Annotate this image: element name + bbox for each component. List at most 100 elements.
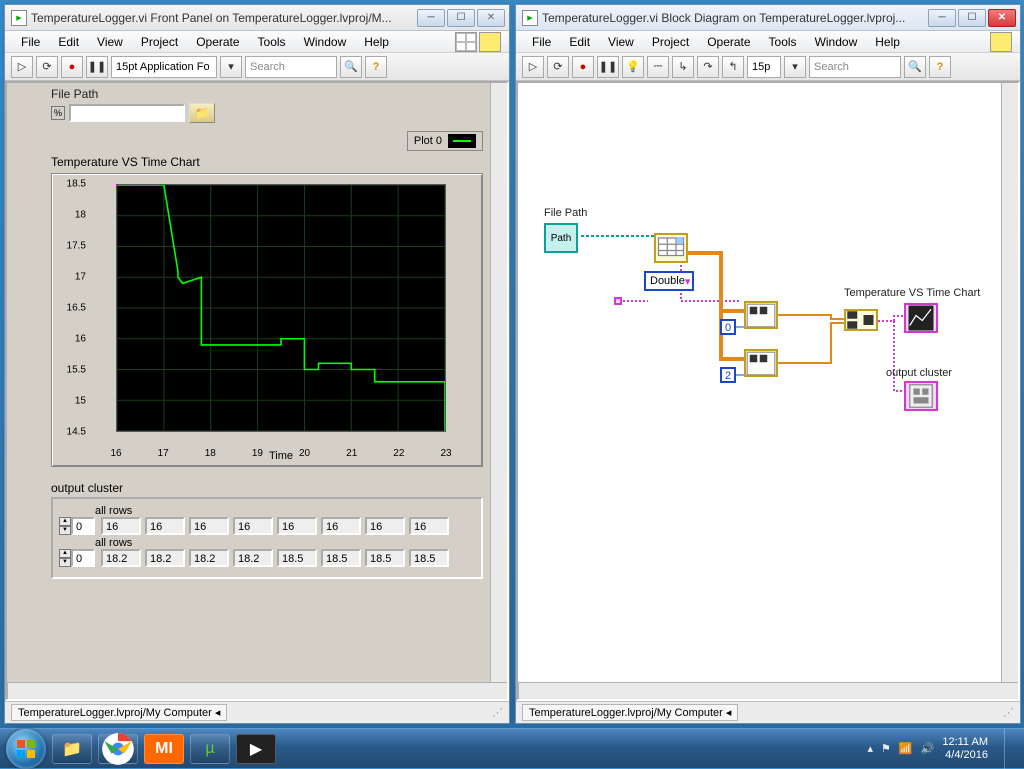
- vi-icon[interactable]: [990, 32, 1012, 52]
- taskbar-chrome-icon[interactable]: [98, 734, 138, 764]
- menu-help[interactable]: Help: [867, 33, 908, 51]
- chart-canvas[interactable]: [116, 184, 446, 432]
- taskbar-labview-icon[interactable]: ▶: [236, 734, 276, 764]
- index-array-node-2[interactable]: [744, 349, 778, 377]
- pause-button[interactable]: ❚❚: [597, 56, 619, 78]
- chart-legend[interactable]: Plot 0: [407, 131, 483, 151]
- start-button[interactable]: [6, 729, 46, 769]
- menu-project[interactable]: Project: [133, 33, 186, 51]
- row1-spinner[interactable]: ▲▼: [59, 517, 71, 535]
- minimize-button[interactable]: ─: [928, 9, 956, 27]
- array-cell[interactable]: 18.2: [189, 549, 229, 567]
- taskbar-utorrent-icon[interactable]: µ: [190, 734, 230, 764]
- menu-window[interactable]: Window: [807, 33, 866, 51]
- type-ring-selector[interactable]: Double: [644, 271, 694, 291]
- tray-action-center-icon[interactable]: ⚑: [881, 742, 891, 755]
- horizontal-scrollbar[interactable]: [7, 682, 507, 699]
- menu-file[interactable]: File: [13, 33, 48, 51]
- array-cell[interactable]: 16: [189, 517, 229, 535]
- font-selector[interactable]: 15p: [747, 56, 781, 78]
- row1-index[interactable]: 0: [71, 517, 95, 535]
- array-cell[interactable]: 18.2: [233, 549, 273, 567]
- maximize-button[interactable]: ☐: [958, 9, 986, 27]
- titlebar[interactable]: TemperatureLogger.vi Front Panel on Temp…: [5, 5, 509, 31]
- menu-tools[interactable]: Tools: [761, 33, 805, 51]
- resize-grip-icon[interactable]: ⋰: [1003, 706, 1014, 719]
- array-cell[interactable]: 16: [409, 517, 449, 535]
- font-selector[interactable]: 15pt Application Fo: [111, 56, 217, 78]
- retain-wire-button[interactable]: ⎓: [647, 56, 669, 78]
- menu-operate[interactable]: Operate: [699, 33, 758, 51]
- block-diagram-body[interactable]: File Path Path Double 0 2 Temperature VS…: [516, 81, 1020, 701]
- minimize-button[interactable]: ─: [417, 9, 445, 27]
- array-cell[interactable]: 18.2: [145, 549, 185, 567]
- output-cluster-indicator-node[interactable]: [904, 381, 938, 411]
- browse-button[interactable]: 📁: [189, 103, 215, 123]
- show-desktop-button[interactable]: [1004, 729, 1014, 769]
- search-button[interactable]: 🔍: [904, 56, 926, 78]
- abort-button[interactable]: ●: [572, 56, 594, 78]
- menu-view[interactable]: View: [89, 33, 131, 51]
- run-continuous-button[interactable]: ⟳: [547, 56, 569, 78]
- tray-clock[interactable]: 12:11 AM 4/4/2016: [942, 736, 988, 762]
- horizontal-scrollbar[interactable]: [518, 682, 1018, 699]
- resize-grip-icon[interactable]: ⋰: [492, 706, 503, 719]
- help-button[interactable]: ?: [929, 56, 951, 78]
- close-button[interactable]: ✕: [477, 9, 505, 27]
- const-0[interactable]: 0: [720, 319, 736, 335]
- pause-button[interactable]: ❚❚: [86, 56, 108, 78]
- array-cell[interactable]: 16: [321, 517, 361, 535]
- connector-pane-icon[interactable]: [455, 32, 477, 52]
- vi-icon[interactable]: [479, 32, 501, 52]
- maximize-button[interactable]: ☐: [447, 9, 475, 27]
- menu-operate[interactable]: Operate: [188, 33, 247, 51]
- array-cell[interactable]: 18.5: [277, 549, 317, 567]
- menu-view[interactable]: View: [600, 33, 642, 51]
- array-cell[interactable]: 16: [145, 517, 185, 535]
- taskbar-mi-icon[interactable]: MI: [144, 734, 184, 764]
- search-button[interactable]: 🔍: [340, 56, 362, 78]
- project-tab[interactable]: TemperatureLogger.lvproj/My Computer ◂: [522, 704, 738, 721]
- run-continuous-button[interactable]: ⟳: [36, 56, 58, 78]
- taskbar-explorer-icon[interactable]: 📁: [52, 734, 92, 764]
- menu-file[interactable]: File: [524, 33, 559, 51]
- menu-edit[interactable]: Edit: [50, 33, 87, 51]
- bundle-node[interactable]: [844, 309, 878, 331]
- file-path-field[interactable]: [69, 104, 185, 122]
- array-cell[interactable]: 16: [365, 517, 405, 535]
- array-cell[interactable]: 18.5: [409, 549, 449, 567]
- run-button[interactable]: ▷: [11, 56, 33, 78]
- tray-speaker-icon[interactable]: 🔊: [921, 742, 935, 755]
- array-cell[interactable]: 18.5: [321, 549, 361, 567]
- close-button[interactable]: ✕: [988, 9, 1016, 27]
- menu-edit[interactable]: Edit: [561, 33, 598, 51]
- array-cell[interactable]: 18.5: [365, 549, 405, 567]
- row2-index[interactable]: 0: [71, 549, 95, 567]
- help-button[interactable]: ?: [365, 56, 387, 78]
- menu-tools[interactable]: Tools: [250, 33, 294, 51]
- array-cell[interactable]: 16: [233, 517, 273, 535]
- run-button[interactable]: ▷: [522, 56, 544, 78]
- text-settings-button[interactable]: ▾: [784, 56, 806, 78]
- array-cell[interactable]: 18.2: [101, 549, 141, 567]
- vertical-scrollbar[interactable]: [1001, 83, 1018, 682]
- highlight-exec-button[interactable]: 💡: [622, 56, 644, 78]
- search-input[interactable]: Search: [809, 56, 901, 78]
- const-2[interactable]: 2: [720, 367, 736, 383]
- read-spreadsheet-node[interactable]: [654, 233, 688, 263]
- menu-project[interactable]: Project: [644, 33, 697, 51]
- titlebar[interactable]: TemperatureLogger.vi Block Diagram on Te…: [516, 5, 1020, 31]
- menu-window[interactable]: Window: [296, 33, 355, 51]
- array-cell[interactable]: 16: [277, 517, 317, 535]
- row2-spinner[interactable]: ▲▼: [59, 549, 71, 567]
- tray-overflow-icon[interactable]: ▴: [868, 742, 874, 755]
- step-into-button[interactable]: ↳: [672, 56, 694, 78]
- step-out-button[interactable]: ↰: [722, 56, 744, 78]
- text-settings-button[interactable]: ▾: [220, 56, 242, 78]
- abort-button[interactable]: ●: [61, 56, 83, 78]
- array-cell[interactable]: 16: [101, 517, 141, 535]
- search-input[interactable]: Search: [245, 56, 337, 78]
- tray-network-icon[interactable]: 📶: [899, 742, 913, 755]
- menu-help[interactable]: Help: [356, 33, 397, 51]
- project-tab[interactable]: TemperatureLogger.lvproj/My Computer ◂: [11, 704, 227, 721]
